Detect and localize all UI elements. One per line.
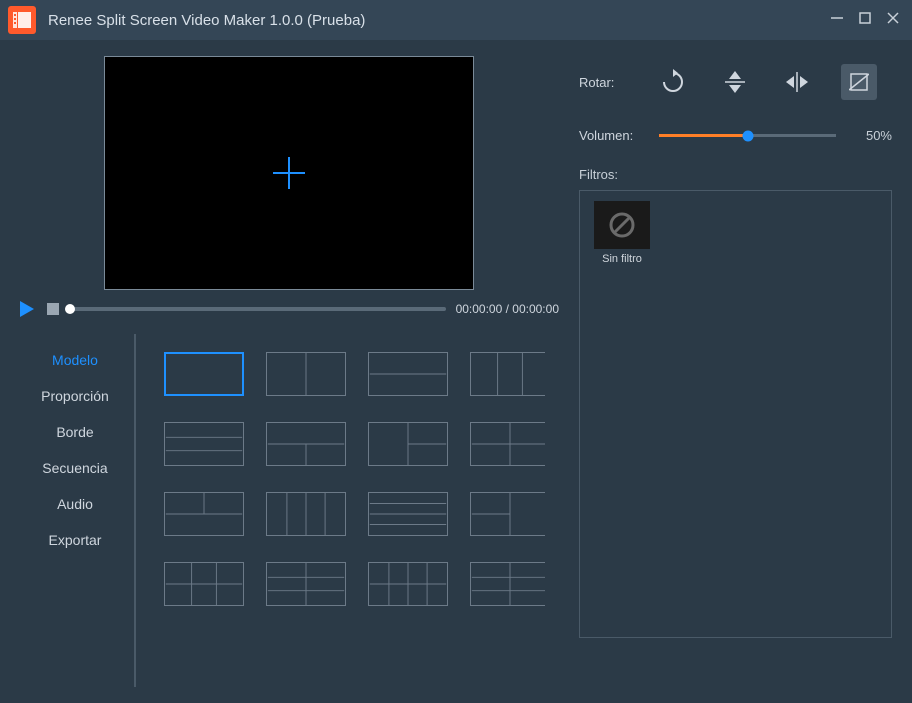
play-button[interactable] <box>18 300 36 318</box>
template-grid-a[interactable] <box>164 492 244 536</box>
add-video-icon <box>269 153 309 193</box>
app-title: Renee Split Screen Video Maker 1.0.0 (Pr… <box>48 12 830 29</box>
volume-value: 50% <box>852 128 892 143</box>
template-top-bottom2[interactable] <box>266 422 346 466</box>
rotate-cw-button[interactable] <box>655 64 691 100</box>
stop-button[interactable] <box>46 302 60 316</box>
titlebar[interactable]: Renee Split Screen Video Maker 1.0.0 (Pr… <box>0 0 912 40</box>
flip-horizontal-button[interactable] <box>779 64 815 100</box>
template-left-right2[interactable] <box>368 422 448 466</box>
volume-slider[interactable] <box>659 134 836 137</box>
template-2x1[interactable] <box>368 352 448 396</box>
sidebar: Modelo Proporción Borde Secuencia Audio … <box>16 334 136 687</box>
progress-handle[interactable] <box>65 304 75 314</box>
template-row4-2[interactable] <box>266 562 346 606</box>
template-4x1[interactable] <box>368 492 448 536</box>
timecode: 00:00:00 / 00:00:00 <box>456 302 559 316</box>
template-1x1[interactable] <box>164 352 244 396</box>
no-filter-icon <box>594 201 650 249</box>
template-grid[interactable] <box>164 334 545 687</box>
minimize-button[interactable] <box>830 11 844 30</box>
template-3x1[interactable] <box>164 422 244 466</box>
volume-handle[interactable] <box>742 130 753 141</box>
player-bar: 00:00:00 / 00:00:00 <box>18 300 559 318</box>
rotate-label: Rotar: <box>579 75 651 90</box>
app-icon <box>8 6 36 34</box>
sidebar-item-modelo[interactable]: Modelo <box>16 342 134 378</box>
template-1x4[interactable] <box>266 492 346 536</box>
filters-label: Filtros: <box>579 167 892 182</box>
filters-panel: Sin filtro <box>579 190 892 638</box>
maximize-button[interactable] <box>858 11 872 30</box>
video-preview[interactable] <box>104 56 474 290</box>
volume-label: Volumen: <box>579 128 651 143</box>
template-row4-1[interactable] <box>164 562 244 606</box>
close-button[interactable] <box>886 11 900 30</box>
sidebar-item-proporcion[interactable]: Proporción <box>16 378 134 414</box>
template-row4-3[interactable] <box>368 562 448 606</box>
window-controls <box>830 11 904 30</box>
volume-fill <box>659 134 748 137</box>
template-1x2[interactable] <box>266 352 346 396</box>
template-row4-4[interactable] <box>470 562 545 606</box>
sidebar-item-audio[interactable]: Audio <box>16 486 134 522</box>
flip-vertical-button[interactable] <box>717 64 753 100</box>
crop-button[interactable] <box>841 64 877 100</box>
template-1x3[interactable] <box>470 352 545 396</box>
sidebar-item-borde[interactable]: Borde <box>16 414 134 450</box>
template-grid-b[interactable] <box>470 492 545 536</box>
sidebar-item-exportar[interactable]: Exportar <box>16 522 134 558</box>
filter-name: Sin filtro <box>590 253 654 265</box>
filter-none[interactable]: Sin filtro <box>590 201 654 265</box>
template-2x2[interactable] <box>470 422 545 466</box>
sidebar-item-secuencia[interactable]: Secuencia <box>16 450 134 486</box>
progress-slider[interactable] <box>70 307 446 311</box>
